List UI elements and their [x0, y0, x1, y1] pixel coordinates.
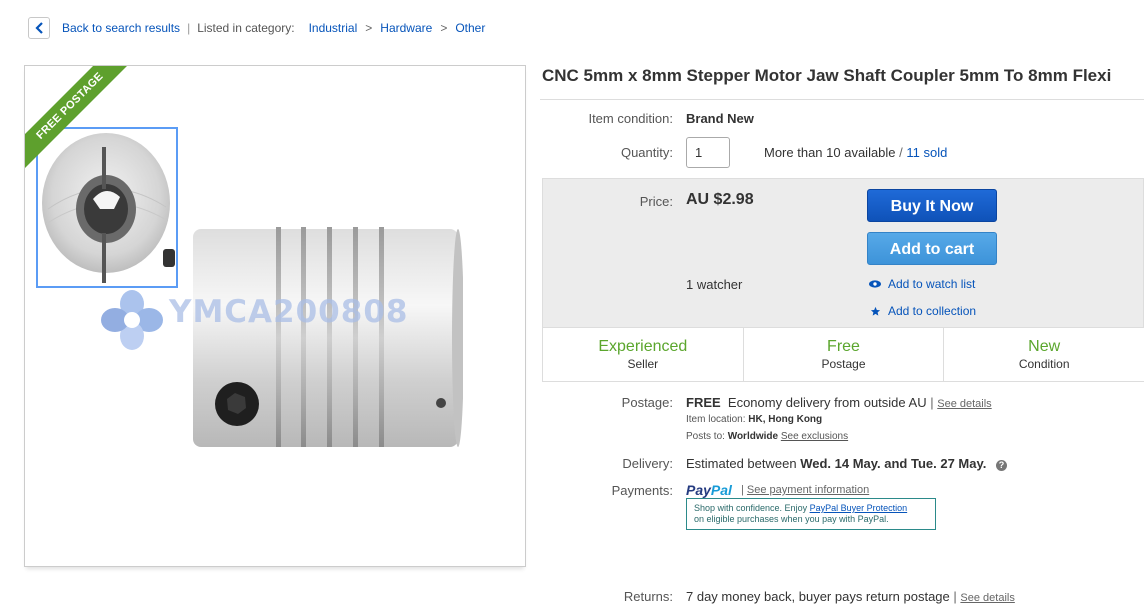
posts-to-label: Posts to: [686, 431, 725, 442]
watch-list-label: Add to watch list [888, 277, 976, 291]
returns-label: Returns: [623, 589, 673, 604]
badge-title: Experienced [598, 338, 688, 355]
posts-to-value: Worldwide [727, 431, 779, 442]
condition-value: Brand New [686, 111, 754, 126]
badge-title: Free [827, 338, 860, 355]
add-to-cart-button[interactable]: Add to cart [867, 232, 997, 265]
badge-subtitle: Condition [1018, 357, 1070, 371]
image-gallery: FREE POSTAGE YMCA200808 [24, 65, 526, 567]
posts-to: Posts to: Worldwide See exclusions [686, 431, 848, 442]
returns-policy: 7 day money back, buyer pays return post… [686, 589, 950, 604]
help-icon[interactable]: ? [995, 460, 1007, 471]
postage-method: Economy delivery from outside AU [727, 395, 927, 410]
delivery-value: Estimated between Wed. 14 May. and Tue. … [686, 456, 1007, 471]
protection-text: Shop with confidence. Enjoy [694, 503, 808, 513]
delivery-label: Delivery: [622, 456, 673, 471]
quantity-label: Quantity: [620, 145, 673, 160]
badge-postage: Free Postage [744, 328, 945, 381]
protection-text-2: on eligible purchases when you pay with … [694, 514, 889, 524]
eye-icon [868, 278, 882, 290]
badge-subtitle: Postage [821, 357, 866, 371]
listed-in-label: Listed in category: [197, 21, 295, 35]
item-location: Item location: HK, Hong Kong [686, 414, 822, 425]
back-button[interactable] [28, 17, 50, 39]
quantity-input[interactable]: 1 [686, 137, 730, 168]
badge-seller: Experienced Seller [543, 328, 744, 381]
delivery-dates: Wed. 14 May. and Tue. 27 May. [800, 456, 987, 471]
item-title: CNC 5mm x 8mm Stepper Motor Jaw Shaft Co… [542, 66, 1112, 85]
returns-see-details-link[interactable]: See details [960, 592, 1014, 604]
chevron-left-icon [35, 22, 43, 34]
condition-label: Item condition: [588, 111, 673, 126]
watcher-count: 1 watcher [686, 277, 743, 292]
availability-count: More than 10 available [764, 145, 896, 160]
availability-text: More than 10 available / 11 sold [764, 145, 947, 160]
breadcrumb-divider: | [187, 21, 191, 35]
category-link-industrial[interactable]: Industrial [309, 21, 358, 35]
breadcrumb: Back to search results | Listed in categ… [28, 16, 485, 40]
buyer-protection-link[interactable]: PayPal Buyer Protection [810, 503, 908, 513]
price-value: AU $2.98 [686, 191, 754, 208]
see-exclusions-link[interactable]: See exclusions [781, 431, 848, 442]
badge-condition: New Condition [944, 328, 1144, 381]
postage-value: FREE Economy delivery from outside AU | … [686, 395, 992, 410]
item-location-value: HK, Hong Kong [748, 414, 823, 425]
thumbnail-image[interactable] [36, 127, 178, 288]
see-payment-information-link[interactable]: See payment information [747, 484, 869, 496]
category-link-hardware[interactable]: Hardware [380, 21, 432, 35]
category-link-other[interactable]: Other [455, 21, 485, 35]
divider: | [953, 589, 957, 604]
divider: | [741, 484, 744, 496]
add-to-watch-list-link[interactable]: Add to watch list [868, 277, 975, 291]
buy-it-now-button[interactable]: Buy It Now [867, 189, 997, 222]
star-icon [868, 305, 882, 317]
price-label: Price: [639, 194, 673, 209]
paypal-protection-box: Shop with confidence. Enjoy PayPal Buyer… [686, 498, 936, 530]
delivery-prefix: Estimated between [686, 456, 797, 471]
payment-info: | See payment information [741, 484, 869, 496]
postage-label: Postage: [621, 395, 673, 410]
availability-separator: / [899, 145, 903, 160]
back-to-search-link[interactable]: Back to search results [62, 21, 180, 35]
watermark-text: YMCA200808 [169, 294, 409, 330]
badge-subtitle: Seller [627, 357, 659, 371]
add-to-collection-link[interactable]: Add to collection [868, 304, 976, 318]
payments-label: Payments: [611, 483, 673, 498]
badge-title: New [1028, 338, 1061, 355]
divider: | [930, 395, 934, 410]
sold-count-link[interactable]: 11 sold [906, 145, 947, 160]
item-badges: Experienced Seller Free Postage New Cond… [543, 327, 1144, 381]
breadcrumb-separator: > [440, 21, 448, 35]
returns-value: 7 day money back, buyer pays return post… [686, 589, 1015, 604]
title-divider [540, 99, 1144, 100]
paypal-logo: PayPal [686, 482, 732, 498]
flower-logo-icon [101, 290, 163, 350]
watermark: YMCA200808 [97, 288, 427, 352]
breadcrumb-separator: > [365, 21, 373, 35]
item-location-label: Item location: [686, 414, 746, 425]
collection-label: Add to collection [888, 304, 977, 318]
postage-see-details-link[interactable]: See details [937, 398, 991, 410]
postage-free: FREE [686, 395, 721, 410]
